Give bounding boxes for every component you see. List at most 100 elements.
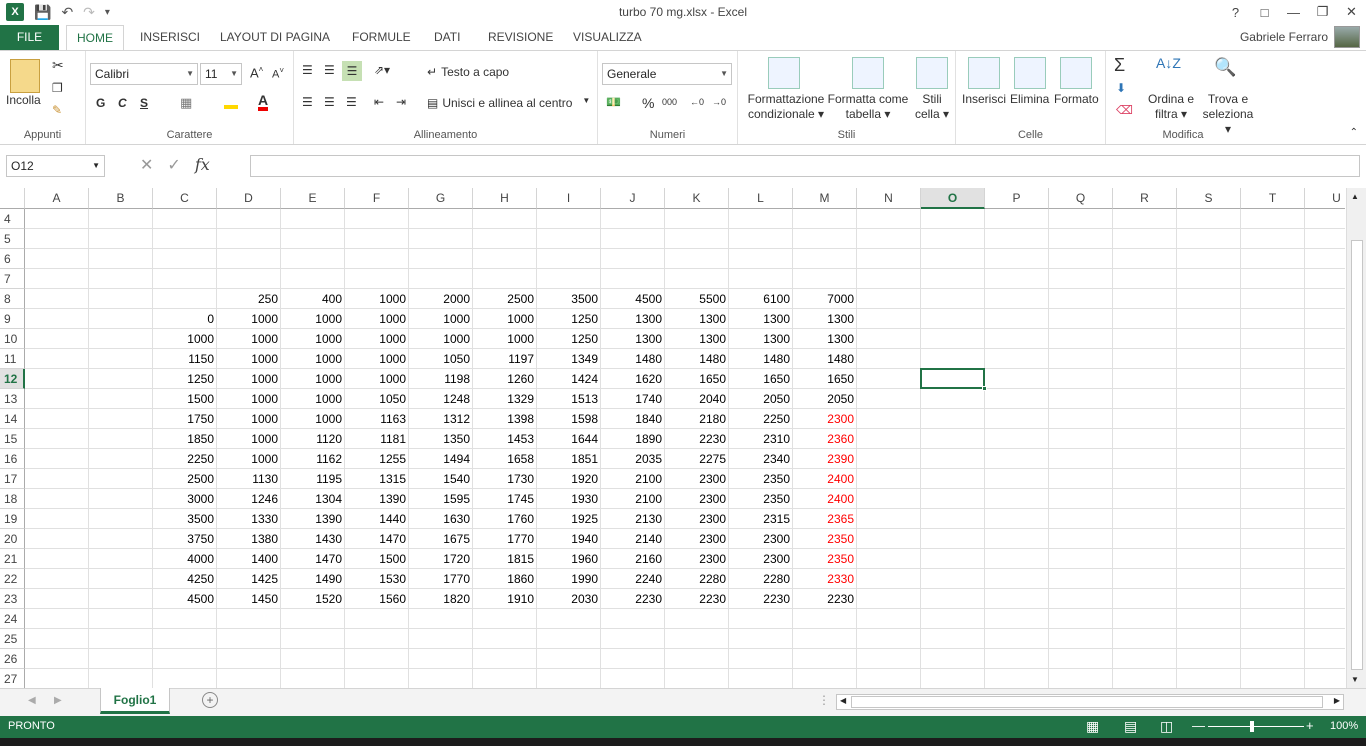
cell-q24[interactable] [1049, 609, 1113, 629]
cell-g15[interactable]: 1350 [409, 429, 473, 449]
cell-g25[interactable] [409, 629, 473, 649]
cell-k22[interactable]: 2280 [665, 569, 729, 589]
wrap-text-button[interactable]: ↵ Testo a capo [427, 65, 509, 79]
cell-r13[interactable] [1113, 389, 1177, 409]
cell-d12[interactable]: 1000 [217, 369, 281, 389]
cell-n8[interactable] [857, 289, 921, 309]
cell-t5[interactable] [1241, 229, 1305, 249]
cell-b21[interactable] [89, 549, 153, 569]
sheet-tab-foglio1[interactable]: Foglio1 [100, 688, 170, 714]
cell-o19[interactable] [921, 509, 985, 529]
column-header-m[interactable]: M [793, 188, 857, 209]
cell-q14[interactable] [1049, 409, 1113, 429]
ribbon-display-icon[interactable]: □ [1250, 0, 1279, 24]
cell-u7[interactable] [1305, 269, 1345, 289]
cell-q4[interactable] [1049, 209, 1113, 229]
sort-filter-button[interactable]: Ordina e filtra ▾ [1146, 92, 1196, 122]
cell-n6[interactable] [857, 249, 921, 269]
cell-r25[interactable] [1113, 629, 1177, 649]
cell-r7[interactable] [1113, 269, 1177, 289]
cell-n17[interactable] [857, 469, 921, 489]
cell-f27[interactable] [345, 669, 409, 688]
cell-i27[interactable] [537, 669, 601, 688]
cell-q12[interactable] [1049, 369, 1113, 389]
cell-e17[interactable]: 1195 [281, 469, 345, 489]
cell-k13[interactable]: 2040 [665, 389, 729, 409]
cell-j20[interactable]: 2140 [601, 529, 665, 549]
cell-g18[interactable]: 1595 [409, 489, 473, 509]
cell-q9[interactable] [1049, 309, 1113, 329]
cell-t10[interactable] [1241, 329, 1305, 349]
cell-d9[interactable]: 1000 [217, 309, 281, 329]
cell-c19[interactable]: 3500 [153, 509, 217, 529]
number-format-combo[interactable]: Generale ▼ [602, 63, 732, 85]
cell-p14[interactable] [985, 409, 1049, 429]
cell-m20[interactable]: 2350 [793, 529, 857, 549]
cell-p26[interactable] [985, 649, 1049, 669]
cell-t14[interactable] [1241, 409, 1305, 429]
cell-p4[interactable] [985, 209, 1049, 229]
cell-h16[interactable]: 1658 [473, 449, 537, 469]
cell-n5[interactable] [857, 229, 921, 249]
cell-j4[interactable] [601, 209, 665, 229]
cell-p20[interactable] [985, 529, 1049, 549]
grow-font-icon[interactable]: A˄ [250, 65, 263, 80]
cell-f7[interactable] [345, 269, 409, 289]
cell-n11[interactable] [857, 349, 921, 369]
percent-button[interactable]: % [642, 95, 654, 111]
cell-s25[interactable] [1177, 629, 1241, 649]
cell-d7[interactable] [217, 269, 281, 289]
cell-r10[interactable] [1113, 329, 1177, 349]
cell-f6[interactable] [345, 249, 409, 269]
cell-l25[interactable] [729, 629, 793, 649]
cell-r19[interactable] [1113, 509, 1177, 529]
cell-r16[interactable] [1113, 449, 1177, 469]
cell-s11[interactable] [1177, 349, 1241, 369]
next-sheet-icon[interactable]: ▶ [54, 695, 62, 706]
font-name-combo[interactable]: Calibri ▼ [90, 63, 198, 85]
cell-u11[interactable] [1305, 349, 1345, 369]
cell-s16[interactable] [1177, 449, 1241, 469]
align-center-icon[interactable]: ☰ [324, 95, 335, 109]
cell-o7[interactable] [921, 269, 985, 289]
cell-l23[interactable]: 2230 [729, 589, 793, 609]
cell-k18[interactable]: 2300 [665, 489, 729, 509]
row-header-23[interactable]: 23 [0, 589, 25, 609]
zoom-out-icon[interactable]: — [1192, 718, 1205, 733]
close-icon[interactable]: ✕ [1337, 0, 1366, 24]
cell-k14[interactable]: 2180 [665, 409, 729, 429]
cell-f20[interactable]: 1470 [345, 529, 409, 549]
column-header-d[interactable]: D [217, 188, 281, 209]
cell-b23[interactable] [89, 589, 153, 609]
cell-j26[interactable] [601, 649, 665, 669]
scroll-left-icon[interactable]: ◀ [840, 696, 846, 705]
cell-g21[interactable]: 1720 [409, 549, 473, 569]
cell-l8[interactable]: 6100 [729, 289, 793, 309]
cell-u14[interactable] [1305, 409, 1345, 429]
cell-styles-button[interactable]: Stili cella ▾ [910, 92, 954, 122]
cell-p13[interactable] [985, 389, 1049, 409]
cell-h11[interactable]: 1197 [473, 349, 537, 369]
cell-a27[interactable] [25, 669, 89, 688]
cell-a20[interactable] [25, 529, 89, 549]
cell-t9[interactable] [1241, 309, 1305, 329]
cell-f24[interactable] [345, 609, 409, 629]
cell-e24[interactable] [281, 609, 345, 629]
font-color-icon[interactable]: A [258, 93, 269, 111]
cell-k8[interactable]: 5500 [665, 289, 729, 309]
cell-g22[interactable]: 1770 [409, 569, 473, 589]
cell-d23[interactable]: 1450 [217, 589, 281, 609]
cell-o11[interactable] [921, 349, 985, 369]
insert-cells-button[interactable]: Inserisci [962, 92, 1006, 106]
cell-n22[interactable] [857, 569, 921, 589]
cell-h27[interactable] [473, 669, 537, 688]
cell-r27[interactable] [1113, 669, 1177, 688]
cell-u12[interactable] [1305, 369, 1345, 389]
cell-j16[interactable]: 2035 [601, 449, 665, 469]
cell-j10[interactable]: 1300 [601, 329, 665, 349]
cell-j14[interactable]: 1840 [601, 409, 665, 429]
cell-c23[interactable]: 4500 [153, 589, 217, 609]
cell-i24[interactable] [537, 609, 601, 629]
cell-o18[interactable] [921, 489, 985, 509]
paste-button[interactable]: Incolla [6, 93, 41, 107]
